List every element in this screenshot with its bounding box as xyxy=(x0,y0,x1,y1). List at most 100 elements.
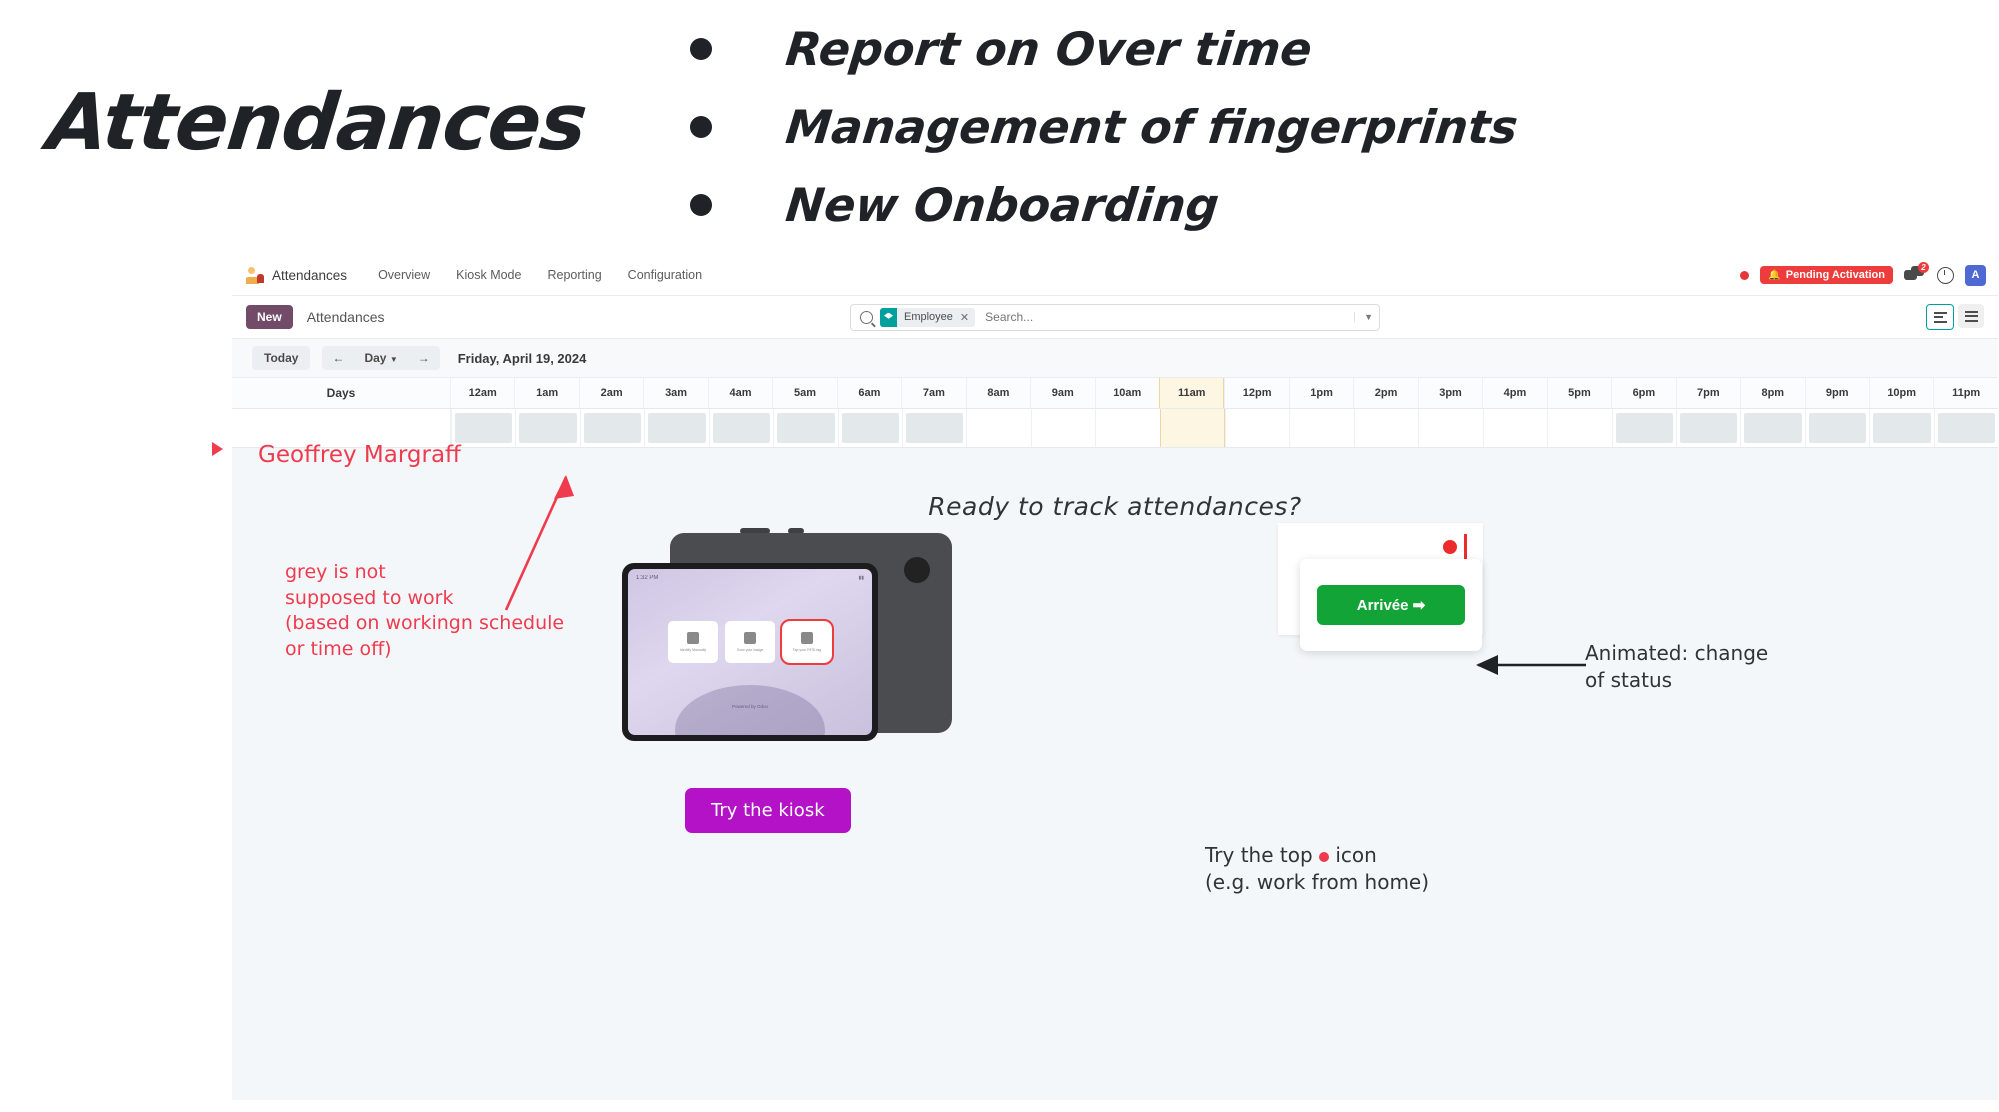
control-panel: New Attendances Employee ✕ ▼ xyxy=(232,296,1998,339)
kiosk-card-identify-manually[interactable]: Identify Manually xyxy=(668,621,718,663)
kiosk-card-rfid[interactable]: Tap your RFID tag xyxy=(780,619,834,665)
sign-in-icon: ➡ xyxy=(1412,597,1426,614)
chevron-down-icon[interactable]: ▼ xyxy=(1354,312,1373,322)
gantt-cell-1am[interactable] xyxy=(515,409,579,447)
arrivee-button[interactable]: Arrivée ➡ xyxy=(1317,585,1465,625)
scale-dropdown[interactable]: Day ▼ xyxy=(354,346,407,370)
gantt-chart: Days 12am 1am 2am 3am 4am 5am 6am 7am 8am 9am 10am… xyxy=(232,378,1998,448)
gantt-cell-3pm[interactable] xyxy=(1418,409,1482,447)
gantt-hour-header-1am: 1am xyxy=(514,378,578,408)
menu-item-configuration[interactable]: Configuration xyxy=(615,255,715,295)
gantt-hour-header-3am: 3am xyxy=(643,378,707,408)
list-view-button[interactable] xyxy=(1958,304,1984,328)
bullet-label: Report on Over time xyxy=(783,22,1315,76)
today-button[interactable]: Today xyxy=(252,346,311,370)
bullet-dot-icon xyxy=(690,38,712,60)
next-period-button[interactable]: → xyxy=(408,346,440,370)
gantt-cell-11am[interactable] xyxy=(1159,409,1226,447)
pending-activation-label: Pending Activation xyxy=(1785,269,1885,281)
gantt-cell-7am[interactable] xyxy=(901,409,966,447)
gantt-cell-8am[interactable] xyxy=(966,409,1030,447)
gantt-hour-header-6pm: 6pm xyxy=(1611,378,1675,408)
text-cursor-icon xyxy=(1464,534,1467,560)
rfid-icon xyxy=(801,632,813,644)
avatar[interactable]: A xyxy=(1965,264,1986,286)
table-row xyxy=(232,409,1998,448)
gantt-cell-10pm[interactable] xyxy=(1869,409,1933,447)
gantt-cell-11pm[interactable] xyxy=(1933,409,1998,447)
previous-period-button[interactable]: ← xyxy=(322,346,354,370)
app-brand[interactable]: Attendances xyxy=(246,266,347,284)
chat-icon[interactable]: 2 xyxy=(1904,262,1929,284)
bullet-list: Report on Over time Management of finger… xyxy=(690,10,1520,244)
search-icon xyxy=(860,310,873,324)
gantt-cell-9pm[interactable] xyxy=(1804,409,1869,447)
annotation-top-icon-line1a: Try the top xyxy=(1205,843,1320,867)
gantt-hour-header-6am: 6am xyxy=(836,378,901,408)
gantt-view-button[interactable] xyxy=(1926,304,1954,330)
bullet-dot-icon xyxy=(690,194,712,216)
tablet-front: 1:32 PM ▮▮ Identify Manually Scan your b… xyxy=(622,563,878,741)
new-button[interactable]: New xyxy=(246,305,293,329)
search-facet-employee[interactable]: Employee ✕ xyxy=(880,307,976,327)
gantt-hour-header-3pm: 3pm xyxy=(1417,378,1482,408)
gantt-hour-header-5pm: 5pm xyxy=(1546,378,1611,408)
gantt-cell-5am[interactable] xyxy=(773,409,837,447)
menu-item-overview[interactable]: Overview xyxy=(365,255,443,295)
clock-icon[interactable] xyxy=(1937,266,1954,284)
row-marker-icon xyxy=(212,442,223,456)
page-title: Attendances xyxy=(43,78,591,168)
menu-item-kiosk-mode[interactable]: Kiosk Mode xyxy=(443,255,534,295)
gantt-cell-10am[interactable] xyxy=(1095,409,1159,447)
gantt-hour-header-4pm: 4pm xyxy=(1482,378,1546,408)
kiosk-tablet-illustration: 1:32 PM ▮▮ Identify Manually Scan your b… xyxy=(622,528,952,763)
gantt-cell-2am[interactable] xyxy=(579,409,644,447)
bell-icon: 🔔 xyxy=(1768,269,1781,281)
gantt-cell-6am[interactable] xyxy=(837,409,902,447)
list-item: Report on Over time xyxy=(690,10,1518,88)
attendance-status-dot-icon[interactable] xyxy=(1740,270,1750,280)
breadcrumb[interactable]: Attendances xyxy=(307,309,385,325)
bullet-label: New Onboarding xyxy=(783,178,1222,232)
search-bar[interactable]: Employee ✕ ▼ xyxy=(850,303,1380,331)
camera-icon xyxy=(904,557,930,583)
status-widget: Arrivée ➡ xyxy=(1278,523,1483,651)
status-badge[interactable]: 🔔 Pending Activation xyxy=(1760,266,1893,284)
app-brand-label: Attendances xyxy=(272,267,348,283)
gantt-cell-7pm[interactable] xyxy=(1676,409,1740,447)
search-facet-label: Employee xyxy=(904,311,953,323)
gantt-view-icon xyxy=(1933,311,1947,323)
kiosk-card-list: Identify Manually Scan your badge Tap yo… xyxy=(628,619,872,665)
gantt-cell-6pm[interactable] xyxy=(1611,409,1676,447)
search-input[interactable] xyxy=(983,309,1355,325)
gantt-cell-4pm[interactable] xyxy=(1482,409,1547,447)
gantt-cell-3am[interactable] xyxy=(644,409,708,447)
red-status-dot-icon[interactable] xyxy=(1443,540,1457,554)
gantt-cell-1pm[interactable] xyxy=(1289,409,1353,447)
annotation-employee-name: Geoffrey Margraff xyxy=(258,442,461,468)
gantt-cell-2pm[interactable] xyxy=(1353,409,1418,447)
tablet-screen: 1:32 PM ▮▮ Identify Manually Scan your b… xyxy=(628,569,872,735)
gantt-cell-12pm[interactable] xyxy=(1225,409,1289,447)
try-the-kiosk-button[interactable]: Try the kiosk xyxy=(685,788,851,833)
chat-count-badge: 2 xyxy=(1918,262,1929,273)
badge-icon xyxy=(687,632,699,644)
gantt-cell-4am[interactable] xyxy=(708,409,773,447)
list-item: New Onboarding xyxy=(690,166,1518,244)
gantt-hour-header-8am: 8am xyxy=(965,378,1030,408)
close-icon[interactable]: ✕ xyxy=(960,311,975,324)
gantt-hour-header-11am: 11am xyxy=(1158,378,1225,408)
gantt-hour-header-5am: 5am xyxy=(772,378,836,408)
kiosk-card-label: Scan your badge xyxy=(736,648,764,652)
barcode-icon xyxy=(744,632,756,644)
app-menubar: Attendances Overview Kiosk Mode Reportin… xyxy=(232,255,1998,296)
systray: 🔔 Pending Activation 2 A xyxy=(1740,255,1986,295)
gantt-cell-5pm[interactable] xyxy=(1547,409,1611,447)
menu-item-reporting[interactable]: Reporting xyxy=(534,255,614,295)
gantt-cell-8pm[interactable] xyxy=(1740,409,1804,447)
date-toolbar: Today ← Day ▼ → Friday, April 19, 2024 xyxy=(232,339,1998,378)
list-view-icon xyxy=(1964,310,1978,322)
people-icon xyxy=(246,266,264,284)
gantt-cell-9am[interactable] xyxy=(1030,409,1095,447)
kiosk-card-scan-badge[interactable]: Scan your badge xyxy=(725,621,775,663)
